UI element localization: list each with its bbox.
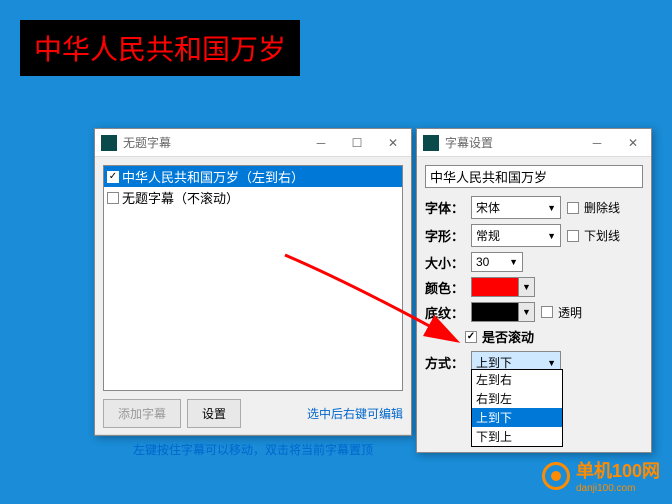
font-label: 字体： [425,198,465,217]
mode-dropdown[interactable]: 左到右 右到左 上到下 下到上 [471,369,563,447]
checkbox-icon[interactable]: ✓ [107,171,119,183]
subtitle-list-window: 无题字幕 ─ ☐ ✕ ✓ 中华人民共和国万岁（左到右） 无题字幕（不滚动） 添加… [94,128,412,436]
watermark: 单机100网 danji100.com [542,457,660,494]
mode-label: 方式： [425,353,465,372]
bg-select[interactable]: ▼ [471,302,535,322]
list-item[interactable]: 无题字幕（不滚动） [104,187,402,208]
strikethrough-checkbox[interactable]: 删除线 [567,199,620,216]
watermark-name: 单机100网 [576,457,660,483]
dropdown-item[interactable]: 左到右 [472,370,562,389]
settings-button[interactable]: 设置 [187,399,241,428]
banner-text: 中华人民共和国万岁 [20,20,300,76]
color-select[interactable]: ▼ [471,277,535,297]
checkbox-icon[interactable] [107,192,119,204]
list-item-label: 中华人民共和国万岁（左到右） [122,167,304,186]
color-label: 颜色： [425,278,465,297]
app-icon [101,135,117,151]
titlebar: 无题字幕 ─ ☐ ✕ [95,129,411,157]
titlebar: 字幕设置 ─ ✕ [417,129,651,157]
maximize-button[interactable]: ☐ [339,129,375,157]
window-title: 无题字幕 [123,134,303,151]
minimize-button[interactable]: ─ [303,129,339,157]
font-select[interactable]: 宋体▼ [471,196,561,219]
watermark-icon [542,462,570,490]
watermark-url: danji100.com [576,483,660,494]
scroll-checkbox[interactable]: ✓是否滚动 [465,327,534,346]
app-icon [423,135,439,151]
size-select[interactable]: 30▼ [471,252,523,272]
dropdown-item[interactable]: 上到下 [472,408,562,427]
underline-checkbox[interactable]: 下划线 [567,227,620,244]
style-select[interactable]: 常规▼ [471,224,561,247]
size-label: 大小： [425,253,465,272]
window-title: 字幕设置 [445,134,579,151]
transparent-checkbox[interactable]: 透明 [541,304,582,321]
style-label: 字形： [425,226,465,245]
chevron-down-icon: ▼ [547,358,556,368]
subtitle-text-input[interactable] [425,165,643,188]
close-button[interactable]: ✕ [375,129,411,157]
color-swatch [472,303,518,321]
dropdown-item[interactable]: 下到上 [472,427,562,446]
add-subtitle-button[interactable]: 添加字幕 [103,399,181,428]
bg-label: 底纹： [425,303,465,322]
subtitle-list[interactable]: ✓ 中华人民共和国万岁（左到右） 无题字幕（不滚动） [103,165,403,391]
list-item-label: 无题字幕（不滚动） [122,188,239,207]
edit-hint: 选中后右键可编辑 [307,405,403,422]
close-button[interactable]: ✕ [615,129,651,157]
chevron-down-icon: ▼ [518,303,534,321]
list-item[interactable]: ✓ 中华人民共和国万岁（左到右） [104,166,402,187]
minimize-button[interactable]: ─ [579,129,615,157]
chevron-down-icon: ▼ [547,231,556,241]
dropdown-item[interactable]: 右到左 [472,389,562,408]
chevron-down-icon: ▼ [547,203,556,213]
footer-hint: 左键按住字幕可以移动，双击将当前字幕置顶 [95,434,411,464]
chevron-down-icon: ▼ [518,278,534,296]
chevron-down-icon: ▼ [509,257,518,267]
color-swatch [472,278,518,296]
